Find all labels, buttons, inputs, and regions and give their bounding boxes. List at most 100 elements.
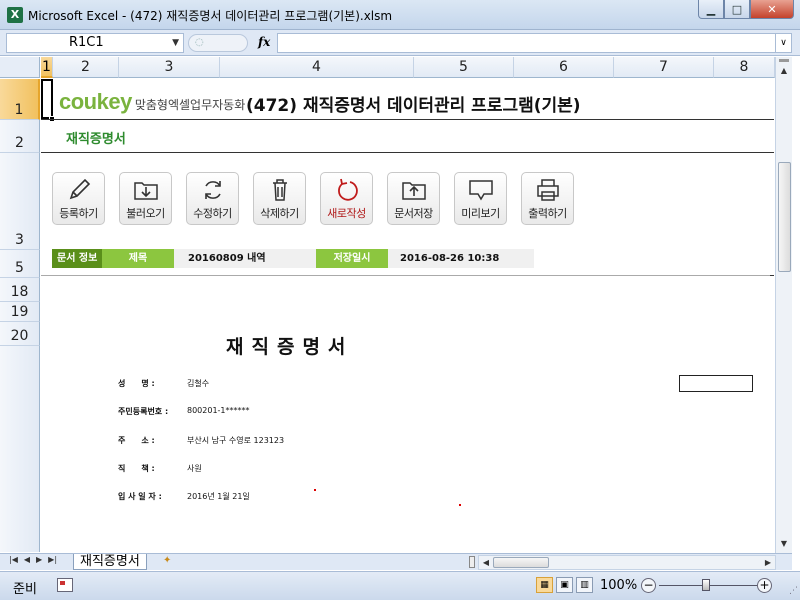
delete-button[interactable]: 삭제하기	[253, 172, 306, 225]
logo-word: coukey	[59, 89, 132, 114]
field-hire-date: 입 사 일 자 : 2016년 1월 21일	[118, 491, 250, 502]
scroll-left-icon[interactable]: ◀	[479, 556, 493, 570]
edge-mark	[770, 275, 774, 276]
vertical-scroll-thumb[interactable]	[778, 162, 791, 272]
tab-split-handle[interactable]	[469, 556, 475, 568]
info-title-value[interactable]: 20160809 내역	[174, 249, 316, 268]
row-header-3[interactable]: 3	[0, 153, 40, 250]
row-header-18[interactable]: 18	[0, 278, 40, 302]
first-sheet-icon[interactable]: |◀	[9, 555, 18, 564]
maximize-button[interactable]: □	[724, 0, 750, 19]
field-position-value[interactable]: 사원	[187, 463, 202, 474]
zoom-out-icon[interactable]: −	[641, 578, 656, 593]
chevron-down-icon[interactable]: ▼	[172, 34, 179, 52]
field-address-value[interactable]: 부산시 남구 수영로 123123	[187, 435, 284, 446]
register-button[interactable]: 등록하기	[52, 172, 105, 225]
edit-label: 수정하기	[193, 207, 232, 220]
formula-input[interactable]	[277, 33, 776, 53]
scroll-down-icon[interactable]: ▼	[776, 536, 792, 552]
row-header-blank	[0, 346, 40, 552]
row-header-5[interactable]: 5	[0, 250, 40, 278]
name-box[interactable]: R1C1 ▼	[6, 33, 184, 53]
field-resident-number-value[interactable]: 800201-1******	[187, 406, 250, 417]
section-label: 재직증명서	[66, 132, 126, 147]
column-header-1[interactable]: 1	[41, 57, 53, 78]
info-saved-value[interactable]: 2016-08-26 10:38	[388, 249, 534, 268]
load-label: 불러오기	[126, 207, 165, 220]
logo-tagline: 맞춤형엑셀업무자동화	[134, 98, 246, 112]
column-header-2[interactable]: 2	[53, 57, 119, 78]
download-folder-icon	[133, 182, 158, 200]
zoom-in-icon[interactable]: +	[757, 578, 772, 593]
print-label: 출력하기	[528, 207, 567, 220]
freeze-pane-divider	[41, 275, 774, 276]
scroll-up-icon[interactable]: ▲	[776, 63, 792, 79]
info-section-label: 문서 정보	[52, 249, 102, 268]
new-document-button[interactable]: 새로작성	[320, 172, 373, 225]
horizontal-scroll-thumb[interactable]	[493, 557, 549, 568]
header-divider	[41, 119, 774, 120]
zoom-slider-thumb[interactable]	[702, 579, 710, 591]
chevron-down-icon: ∨	[780, 38, 787, 48]
expand-formula-bar-button[interactable]: ∨	[776, 33, 792, 53]
insert-sheet-icon[interactable]: ✦	[163, 555, 181, 569]
field-hire-date-label: 입 사 일 자 :	[118, 492, 162, 501]
document-info-row: 문서 정보 제목 20160809 내역 저장일시 2016-08-26 10:…	[52, 249, 534, 268]
column-header-6[interactable]: 6	[514, 57, 614, 78]
photo-box[interactable]	[679, 375, 753, 392]
zoom-level[interactable]: 100%	[600, 578, 637, 593]
normal-view-icon[interactable]: ▦	[536, 577, 553, 593]
resize-grip-icon[interactable]: ⋰	[789, 586, 798, 596]
column-header-7[interactable]: 7	[614, 57, 714, 78]
register-label: 등록하기	[59, 207, 98, 220]
column-header-5[interactable]: 5	[414, 57, 514, 78]
scroll-right-icon[interactable]: ▶	[761, 556, 775, 570]
last-sheet-icon[interactable]: ▶|	[48, 555, 57, 564]
row-header-20[interactable]: 20	[0, 322, 40, 346]
load-button[interactable]: 불러오기	[119, 172, 172, 225]
column-header-3[interactable]: 3	[119, 57, 220, 78]
close-icon: ✕	[767, 2, 777, 16]
formula-buttons: ◌	[188, 34, 248, 52]
maximize-icon: □	[731, 2, 743, 16]
preview-button[interactable]: 미리보기	[454, 172, 507, 225]
select-all-corner[interactable]	[0, 57, 40, 78]
view-switcher: ▦ ▣ ▥	[536, 577, 593, 593]
coukey-logo: coukey 맞춤형엑셀업무자동화	[59, 89, 245, 115]
edit-button[interactable]: 수정하기	[186, 172, 239, 225]
field-hire-date-value[interactable]: 2016년 1월 21일	[187, 491, 250, 502]
field-position-label: 직 책 :	[118, 464, 155, 473]
prev-sheet-icon[interactable]: ◀	[24, 555, 30, 564]
column-header-8[interactable]: 8	[714, 57, 775, 78]
red-mark	[459, 504, 461, 506]
insert-function-button[interactable]: fx	[258, 35, 270, 49]
excel-app-icon[interactable]: X	[7, 7, 23, 23]
column-header-4[interactable]: 4	[220, 57, 414, 78]
upload-folder-icon	[401, 182, 426, 200]
close-button[interactable]: ✕	[750, 0, 794, 19]
info-saved-label: 저장일시	[316, 249, 388, 268]
page-layout-view-icon[interactable]: ▣	[556, 577, 573, 593]
active-cell[interactable]	[41, 79, 53, 119]
save-document-button[interactable]: 문서저장	[387, 172, 440, 225]
formula-bar: R1C1 ▼ ◌ fx ∨	[0, 30, 800, 56]
vertical-scrollbar[interactable]: ▲ ▼	[775, 57, 792, 553]
horizontal-scrollbar[interactable]: ◀ ▶	[478, 555, 776, 570]
macro-record-icon[interactable]	[57, 578, 73, 592]
field-name-value[interactable]: 김철수	[187, 378, 209, 389]
row-header-1[interactable]: 1	[0, 79, 40, 120]
tab-navigation: |◀ ◀ ▶ ▶|	[9, 555, 57, 564]
row-header-19[interactable]: 19	[0, 302, 40, 322]
split-handle[interactable]	[779, 59, 789, 62]
row-header-2[interactable]: 2	[0, 120, 40, 153]
next-sheet-icon[interactable]: ▶	[36, 555, 42, 564]
new-refresh-icon	[337, 178, 358, 201]
print-button[interactable]: 출력하기	[521, 172, 574, 225]
title-bar: X Microsoft Excel - (472) 재직증명서 데이터관리 프로…	[0, 0, 800, 30]
minimize-button[interactable]: ▁	[698, 0, 724, 19]
field-position: 직 책 : 사원	[118, 463, 202, 474]
worksheet[interactable]: coukey 맞춤형엑셀업무자동화 (472) 재직증명서 데이터관리 프로그램(…	[41, 79, 774, 552]
page-break-view-icon[interactable]: ▥	[576, 577, 593, 593]
field-name: 성 명 : 김철수	[118, 378, 209, 389]
tab-sheet[interactable]: 재직증명서	[73, 554, 147, 570]
